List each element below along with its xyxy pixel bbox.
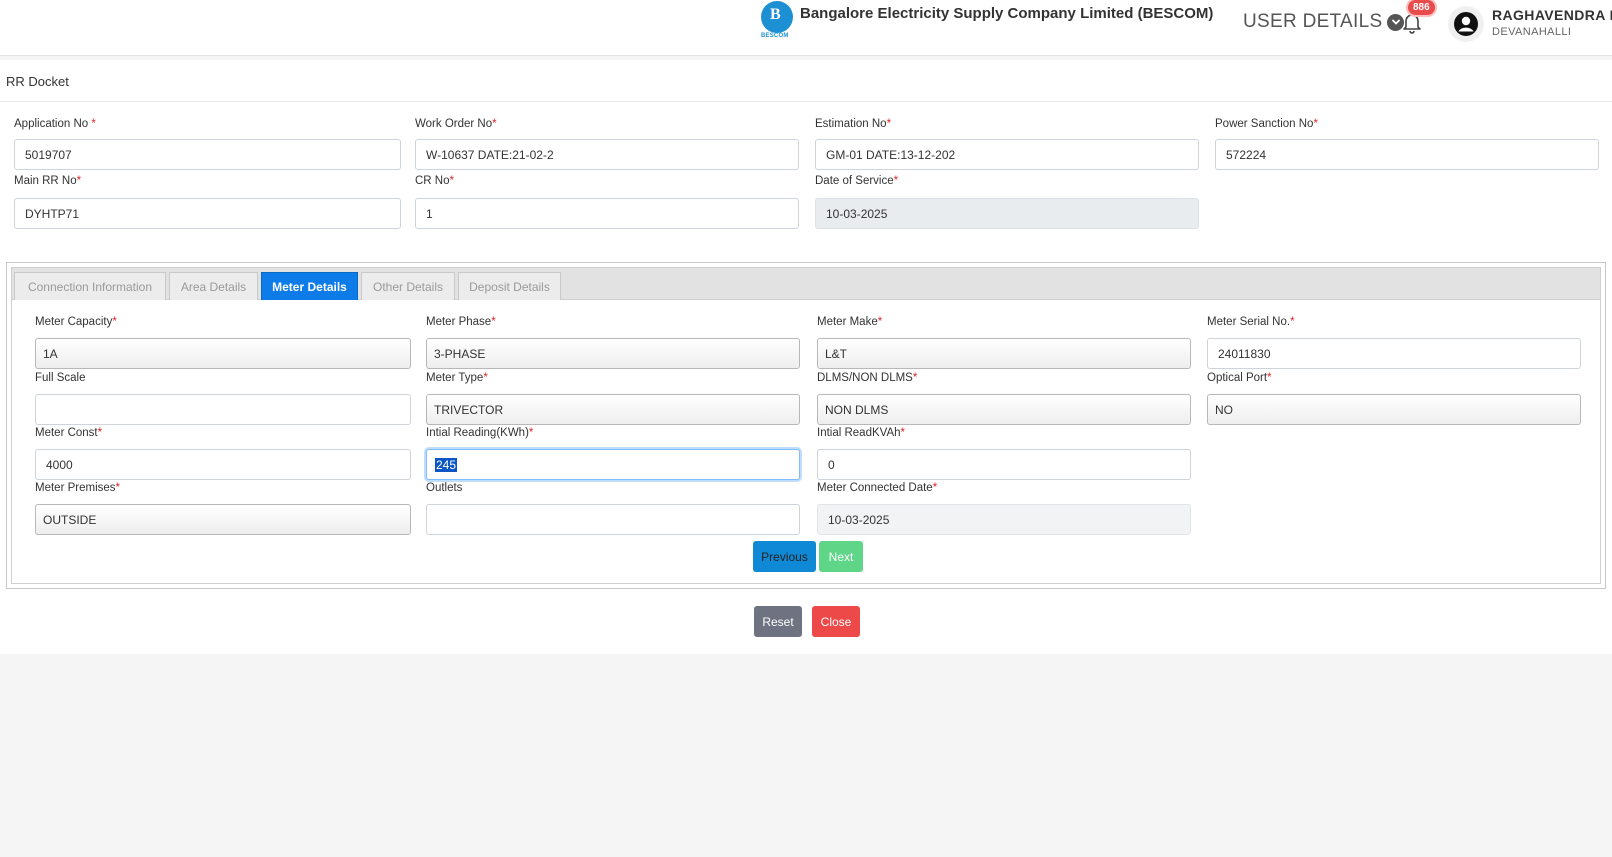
initial-reading-kwh-field[interactable]: 245 [426, 449, 800, 480]
meter-make-select[interactable]: L&T [817, 338, 1191, 369]
tab-strip: Connection Information Area Details Mete… [11, 267, 1601, 301]
meter-const-field[interactable]: 4000 [35, 449, 411, 480]
page-title: RR Docket [0, 60, 1612, 102]
application-no-field[interactable]: 5019707 [14, 139, 401, 170]
brand: B BESCOM Bangalore Electricity Supply Co… [760, 0, 1213, 40]
avatar[interactable] [1448, 6, 1484, 42]
meter-phase-select[interactable]: 3-PHASE [426, 338, 800, 369]
power-sanction-no-label: Power Sanction No* [1215, 118, 1318, 130]
meter-connected-date-field: 10-03-2025 [817, 504, 1191, 535]
top-bar: B BESCOM Bangalore Electricity Supply Co… [0, 0, 1612, 56]
initial-read-kvah-label: Intial ReadKVAh* [817, 427, 906, 439]
cr-no-label: CR No* [415, 175, 454, 187]
user-location: DEVANAHALLI [1492, 26, 1572, 38]
estimation-no-field[interactable]: GM-01 DATE:13-12-202 [815, 139, 1199, 170]
optical-port-select[interactable]: NO [1207, 394, 1581, 425]
work-order-no-field[interactable]: W-10637 DATE:21-02-2 [415, 139, 799, 170]
meter-serial-no-field[interactable]: 24011830 [1207, 338, 1581, 369]
meter-const-label: Meter Const* [35, 427, 103, 439]
full-scale-field[interactable] [35, 394, 411, 425]
work-order-no-label: Work Order No* [415, 118, 497, 130]
close-button[interactable]: Close [812, 606, 860, 637]
tab-other-details[interactable]: Other Details [361, 272, 455, 301]
estimation-no-label: Estimation No* [815, 118, 892, 130]
initial-reading-kwh-label: Intial Reading(KWh)* [426, 427, 534, 439]
date-of-service-label: Date of Service* [815, 175, 899, 187]
tab-container: Connection Information Area Details Mete… [6, 262, 1606, 589]
cr-no-field[interactable]: 1 [415, 198, 799, 229]
outlets-label: Outlets [426, 482, 463, 494]
meter-make-label: Meter Make* [817, 316, 883, 328]
dlms-label: DLMS/NON DLMS* [817, 372, 918, 384]
selected-text: 245 [435, 457, 458, 472]
application-no-label: Application No * [14, 118, 96, 130]
meter-connected-date-label: Meter Connected Date* [817, 482, 938, 494]
meter-premises-label: Meter Premises* [35, 482, 121, 494]
main-rr-no-label: Main RR No* [14, 175, 82, 187]
next-button[interactable]: Next [819, 541, 863, 572]
initial-read-kvah-field[interactable]: 0 [817, 449, 1191, 480]
meter-phase-label: Meter Phase* [426, 316, 496, 328]
tab-deposit-details[interactable]: Deposit Details [458, 272, 561, 301]
company-name: Bangalore Electricity Supply Company Lim… [800, 5, 1214, 22]
previous-button[interactable]: Previous [753, 541, 816, 572]
tab-area-details[interactable]: Area Details [169, 272, 258, 301]
user-details-dropdown[interactable]: USER DETAILS [1243, 11, 1405, 33]
meter-serial-no-label: Meter Serial No.* [1207, 316, 1295, 328]
meter-capacity-label: Meter Capacity* [35, 316, 117, 328]
notification-badge[interactable]: 886 [1406, 0, 1437, 17]
outlets-field[interactable] [426, 504, 800, 535]
bescom-logo: B BESCOM [760, 0, 794, 40]
tab-connection-information[interactable]: Connection Information [14, 272, 166, 301]
meter-premises-select[interactable]: OUTSIDE [35, 504, 411, 535]
reset-button[interactable]: Reset [754, 606, 802, 637]
optical-port-label: Optical Port* [1207, 372, 1272, 384]
meter-type-select[interactable]: TRIVECTOR [426, 394, 800, 425]
user-details-label: USER DETAILS [1243, 11, 1383, 32]
power-sanction-no-field[interactable]: 572224 [1215, 139, 1599, 170]
main-rr-no-field[interactable]: DYHTP71 [14, 198, 401, 229]
full-scale-label: Full Scale [35, 372, 86, 384]
dlms-select[interactable]: NON DLMS [817, 394, 1191, 425]
meter-details-panel: Meter Capacity* 1A Meter Phase* 3-PHASE … [11, 300, 1601, 584]
date-of-service-field: 10-03-2025 [815, 198, 1199, 229]
meter-capacity-select[interactable]: 1A [35, 338, 411, 369]
user-name: RAGHAVENDRA PRASAD [1492, 7, 1612, 23]
meter-type-label: Meter Type* [426, 372, 488, 384]
tab-meter-details[interactable]: Meter Details [261, 272, 358, 301]
